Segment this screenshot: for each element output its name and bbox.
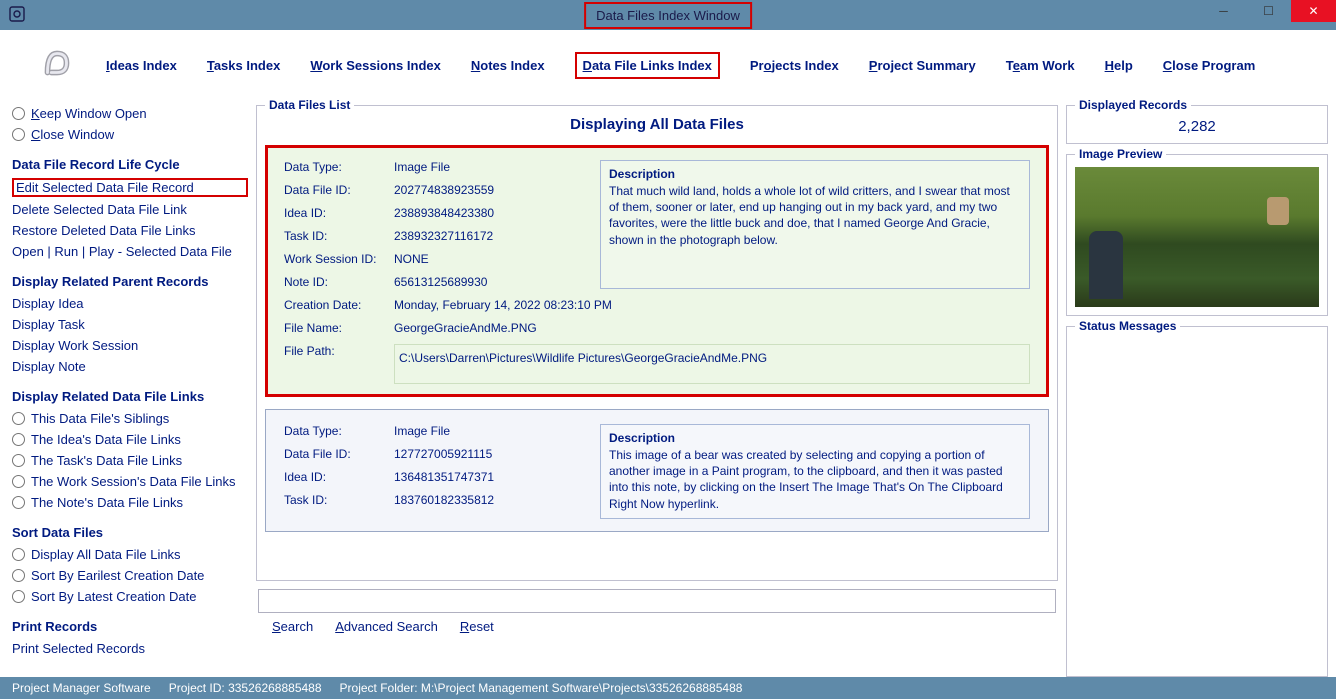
value-idea-id: 136481351747371 [394, 470, 580, 484]
menu-ideas-index[interactable]: Ideas Index [106, 58, 177, 73]
label-data-type: Data Type: [284, 160, 394, 174]
link-restore-deleted-links[interactable]: Restore Deleted Data File Links [12, 222, 248, 239]
radio-notes-links[interactable]: The Note's Data File Links [12, 494, 248, 511]
menu-projects-index[interactable]: Projects Index [750, 58, 839, 73]
value-data-file-id: 202774838923559 [394, 183, 580, 197]
value-note-id: 65613125689930 [394, 275, 580, 289]
group-display-parent: Display Related Parent Records [12, 274, 248, 289]
menu-help[interactable]: Help [1105, 58, 1133, 73]
list-heading: Displaying All Data Files [263, 116, 1051, 133]
radio-this-siblings[interactable]: This Data File's Siblings [12, 410, 248, 427]
statusbar: Project Manager Software Project ID: 335… [0, 677, 1336, 699]
link-display-work-session[interactable]: Display Work Session [12, 337, 248, 354]
displayed-records-count: 2,282 [1075, 118, 1319, 135]
link-display-note[interactable]: Display Note [12, 358, 248, 375]
search-input[interactable] [258, 589, 1056, 613]
value-data-type: Image File [394, 424, 580, 438]
radio-keep-window-open[interactable]: Keep Window Open [12, 105, 248, 122]
label-idea-id: Idea ID: [284, 470, 394, 484]
description-text: This image of a bear was created by sele… [609, 447, 1021, 512]
radio-ws-links[interactable]: The Work Session's Data File Links [12, 473, 248, 490]
data-files-list-legend: Data Files List [265, 98, 354, 112]
label-data-type: Data Type: [284, 424, 394, 438]
group-related-links: Display Related Data File Links [12, 389, 248, 404]
label-task-id: Task ID: [284, 493, 394, 507]
menu-data-file-links-index[interactable]: Data File Links Index [575, 52, 720, 79]
status-messages-legend: Status Messages [1075, 319, 1180, 333]
close-button[interactable]: ✕ [1291, 0, 1336, 22]
description-box: Description That much wild land, holds a… [600, 160, 1030, 289]
minimize-button[interactable]: ─ [1201, 0, 1246, 22]
link-delete-selected-link[interactable]: Delete Selected Data File Link [12, 201, 248, 218]
displayed-records-legend: Displayed Records [1075, 98, 1191, 112]
menu-close-program[interactable]: Close Program [1163, 58, 1255, 73]
description-label: Description [609, 167, 1021, 181]
radio-sort-earliest[interactable]: Sort By Earilest Creation Date [12, 567, 248, 584]
statusbar-project-folder: Project Folder: M:\Project Management So… [340, 681, 743, 695]
menu-notes-index[interactable]: Notes Index [471, 58, 545, 73]
statusbar-app: Project Manager Software [12, 681, 151, 695]
label-creation-date: Creation Date: [284, 298, 394, 312]
menu-work-sessions-index[interactable]: Work Sessions Index [310, 58, 441, 73]
data-file-record[interactable]: Data Type: Image File Data File ID: 2027… [265, 145, 1049, 397]
description-label: Description [609, 431, 1021, 445]
displayed-records-box: Displayed Records 2,282 [1066, 105, 1328, 144]
value-data-type: Image File [394, 160, 580, 174]
label-file-name: File Name: [284, 321, 394, 335]
label-idea-id: Idea ID: [284, 206, 394, 220]
label-data-file-id: Data File ID: [284, 183, 394, 197]
label-work-session-id: Work Session ID: [284, 252, 394, 266]
menu-team-work[interactable]: Team Work [1006, 58, 1075, 73]
value-idea-id: 238893848423380 [394, 206, 580, 220]
link-display-idea[interactable]: Display Idea [12, 295, 248, 312]
app-icon [8, 5, 26, 26]
value-creation-date: Monday, February 14, 2022 08:23:10 PM [394, 298, 1030, 312]
search-link[interactable]: Search [272, 619, 313, 634]
data-file-record[interactable]: Data Type: Image File Data File ID: 1277… [265, 409, 1049, 532]
description-box: Description This image of a bear was cre… [600, 424, 1030, 519]
label-data-file-id: Data File ID: [284, 447, 394, 461]
menu-project-summary[interactable]: Project Summary [869, 58, 976, 73]
radio-ideas-links[interactable]: The Idea's Data File Links [12, 431, 248, 448]
titlebar: Data Files Index Window ─ ☐ ✕ [0, 0, 1336, 30]
list-scroll-area[interactable]: Data Type: Image File Data File ID: 2027… [263, 141, 1051, 574]
image-preview-legend: Image Preview [1075, 147, 1166, 161]
radio-close-window[interactable]: Close Window [12, 126, 248, 143]
value-data-file-id: 127727005921115 [394, 447, 580, 461]
sidebar: Keep Window Open Close Window Data File … [8, 105, 248, 677]
value-work-session-id: NONE [394, 252, 580, 266]
group-sort: Sort Data Files [12, 525, 248, 540]
menu-tasks-index[interactable]: Tasks Index [207, 58, 280, 73]
logo-icon [38, 44, 76, 87]
group-lifecycle: Data File Record Life Cycle [12, 157, 248, 172]
value-file-name: GeorgeGracieAndMe.PNG [394, 321, 1030, 335]
link-display-task[interactable]: Display Task [12, 316, 248, 333]
reset-link[interactable]: Reset [460, 619, 494, 634]
label-task-id: Task ID: [284, 229, 394, 243]
label-file-path: File Path: [284, 344, 394, 384]
link-open-run-play[interactable]: Open | Run | Play - Selected Data File [12, 243, 248, 260]
value-task-id: 238932327116172 [394, 229, 580, 243]
image-preview [1075, 167, 1319, 307]
advanced-search-link[interactable]: Advanced Search [335, 619, 438, 634]
data-files-list-box: Data Files List Displaying All Data File… [256, 105, 1058, 581]
window-title: Data Files Index Window [584, 2, 752, 29]
description-text: That much wild land, holds a whole lot o… [609, 183, 1021, 248]
radio-sort-latest[interactable]: Sort By Latest Creation Date [12, 588, 248, 605]
image-preview-box: Image Preview [1066, 154, 1328, 316]
group-print: Print Records [12, 619, 248, 634]
maximize-button[interactable]: ☐ [1246, 0, 1291, 22]
value-file-path: C:\Users\Darren\Pictures\Wildlife Pictur… [394, 344, 1030, 384]
radio-tasks-links[interactable]: The Task's Data File Links [12, 452, 248, 469]
radio-display-all[interactable]: Display All Data File Links [12, 546, 248, 563]
label-note-id: Note ID: [284, 275, 394, 289]
statusbar-project-id: Project ID: 33526268885488 [169, 681, 322, 695]
value-task-id: 183760182335812 [394, 493, 580, 507]
menubar: Ideas Index Tasks Index Work Sessions In… [8, 34, 1328, 105]
link-print-selected[interactable]: Print Selected Records [12, 640, 248, 657]
status-messages-box: Status Messages [1066, 326, 1328, 677]
link-edit-selected-record[interactable]: Edit Selected Data File Record [16, 179, 194, 196]
